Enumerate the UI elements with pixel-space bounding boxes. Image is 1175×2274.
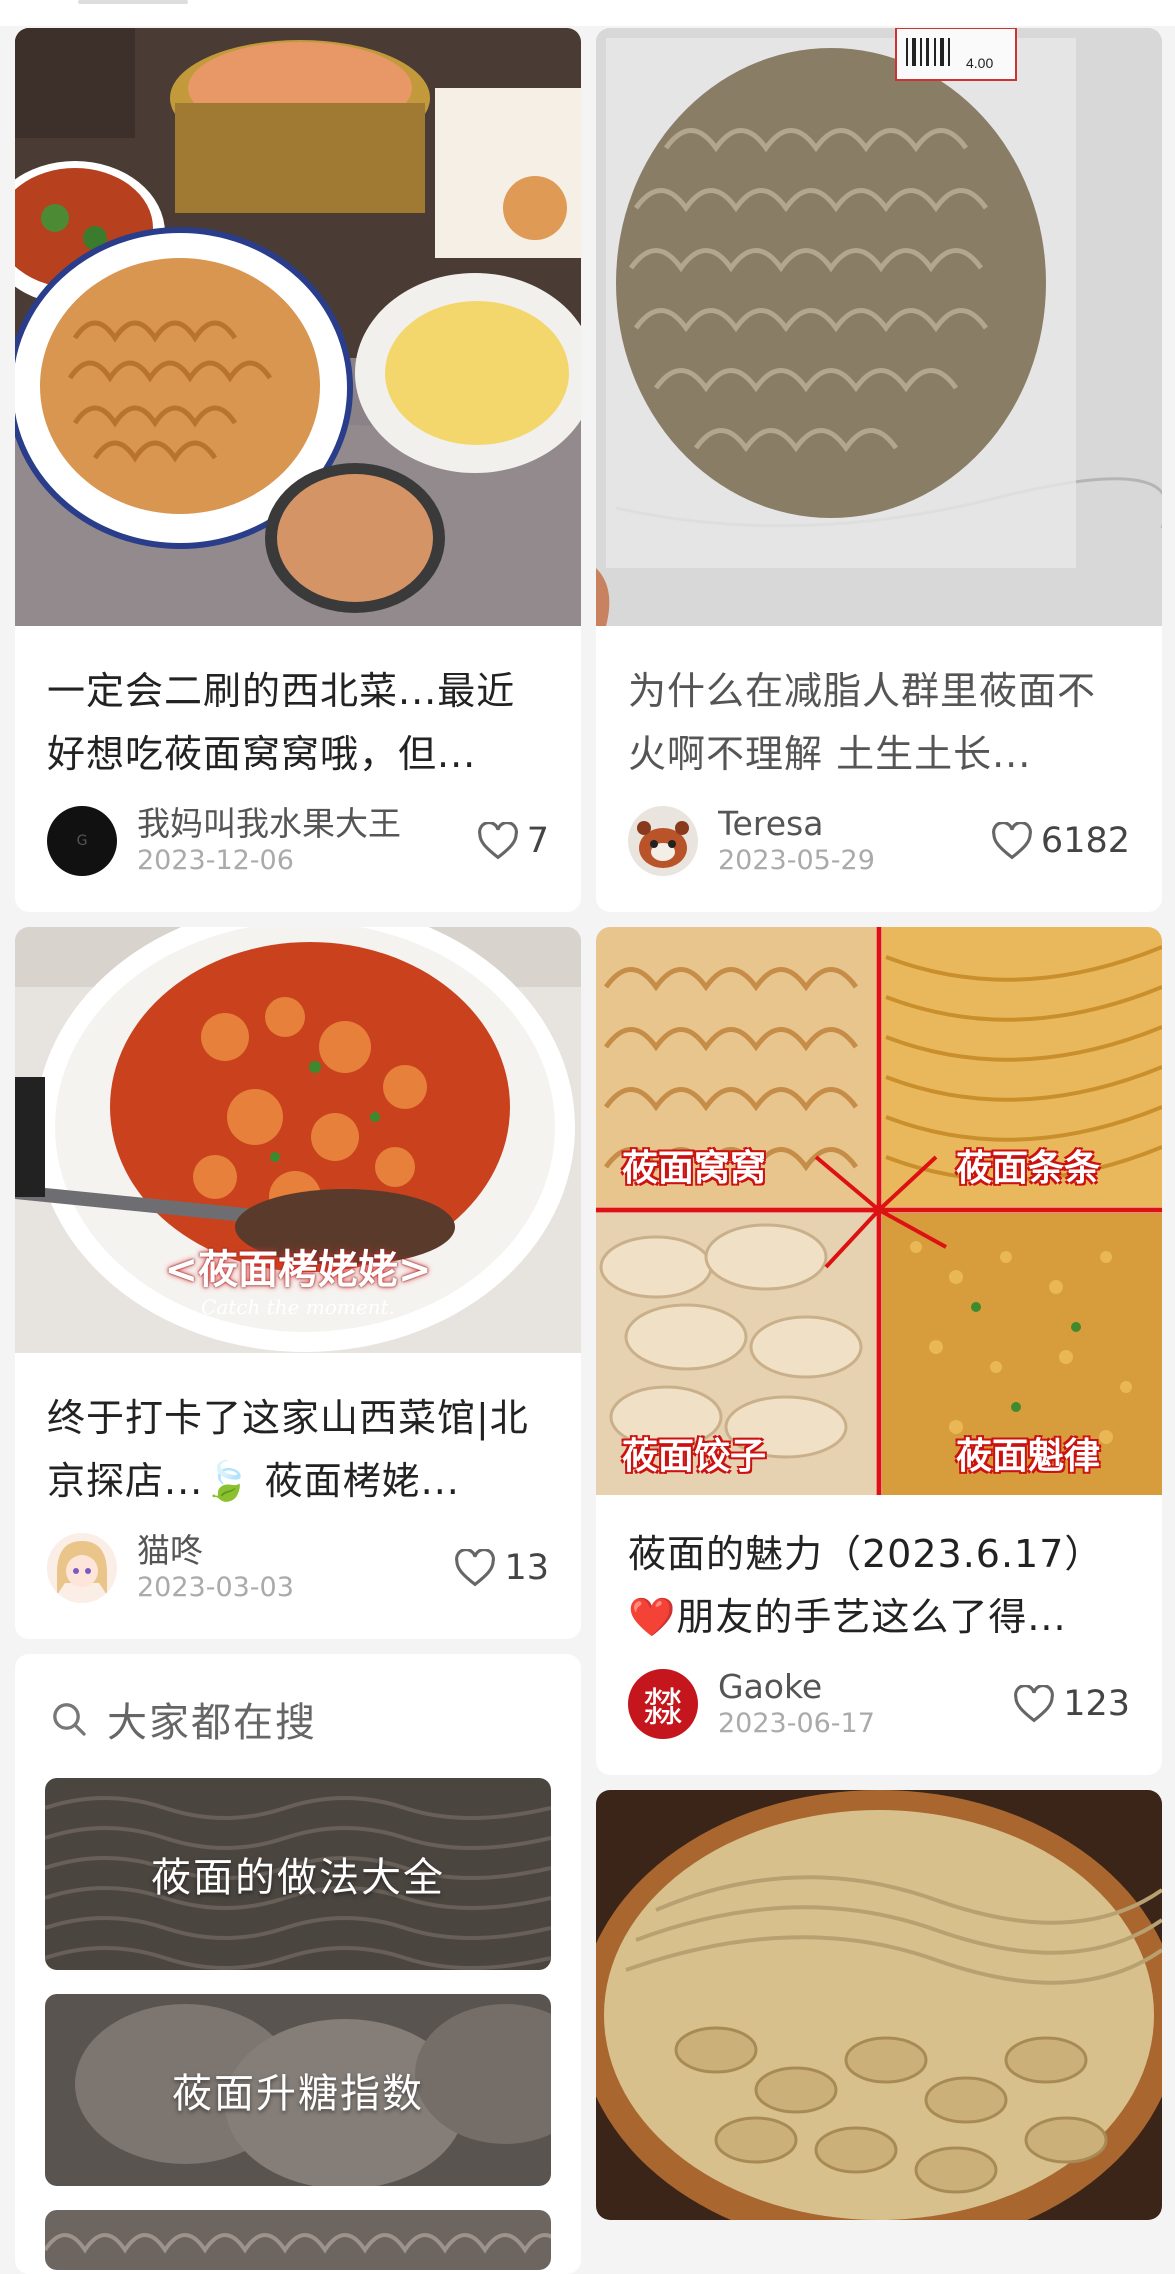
author-name[interactable]: Gaoke (718, 1667, 1013, 1707)
post-date: 2023-03-03 (137, 1572, 294, 1603)
heart-icon (455, 1549, 496, 1587)
feed-column-left: 一定会二刷的西北菜...最近好想吃莜面窝窝哦，但... G 我妈叫我水果大王 2… (15, 28, 581, 2274)
trending-search-panel: 大家都在搜 莜面的做法大全 莜面升糖指数 (15, 1654, 581, 2274)
trending-search-title: 大家都在搜 (107, 1700, 317, 1746)
note-card[interactable]: 一定会二刷的西北菜...最近好想吃莜面窝窝哦，但... G 我妈叫我水果大王 2… (15, 28, 581, 912)
search-suggestion-label: 莜面升糖指数 (172, 2071, 424, 2117)
image-subcaption: Catch the moment. (201, 1295, 395, 1319)
note-title[interactable]: 一定会二刷的西北菜...最近好想吃莜面窝窝哦，但... (47, 660, 549, 786)
like-count: 7 (526, 821, 549, 861)
pull-indicator (78, 0, 188, 4)
note-meta: 㵘 Gaoke 2023-06-17 123 (628, 1667, 1130, 1739)
note-card[interactable]: <莜面栲姥姥> Catch the moment. 终于打卡了这家山西菜馆|北京… (15, 927, 581, 1639)
post-date: 2023-12-06 (137, 845, 294, 876)
search-suggestion-tile[interactable]: 莜面升糖指数 (45, 1994, 551, 2186)
like-button[interactable]: 123 (1013, 1684, 1130, 1724)
like-button[interactable]: 13 (454, 1548, 549, 1588)
food-photo-four-dishes-collage (596, 927, 1162, 1495)
note-cover-image[interactable] (15, 28, 581, 626)
food-photo-steamer-noodles (596, 1790, 1162, 2220)
author-name[interactable]: 猫咚 (137, 1531, 454, 1571)
note-card[interactable]: 莜面窝窝 莜面条条 莜面饺子 莜面魁律 莜面的魅力（2023.6.17）❤️朋友… (596, 927, 1162, 1775)
like-count: 13 (504, 1548, 549, 1588)
search-suggestion-tile[interactable]: 莜面的做法大全 (45, 1778, 551, 1970)
note-title[interactable]: 莜面的魅力（2023.6.17）❤️朋友的手艺这么了得... (628, 1523, 1130, 1649)
like-button[interactable]: 6182 (991, 821, 1130, 861)
search-icon (53, 1703, 86, 1736)
post-date: 2023-06-17 (718, 1708, 875, 1739)
quad-label-1: 莜面窝窝 (622, 1148, 767, 1189)
note-title[interactable]: 为什么在减脂人群里莜面不火啊不理解 土生土长... (628, 660, 1130, 786)
quad-label-4: 莜面魁律 (956, 1436, 1101, 1477)
note-cover-image[interactable] (596, 1790, 1162, 2220)
note-cover-image[interactable]: 莜面窝窝 莜面条条 莜面饺子 莜面魁律 (596, 927, 1162, 1495)
food-photo-packaged-noodle-nest: 4.00 (596, 28, 1162, 626)
heart-icon (991, 822, 1032, 860)
note-cover-image[interactable]: <莜面栲姥姥> Catch the moment. (15, 927, 581, 1353)
red-seal-avatar-icon[interactable]: 㵘 (628, 1669, 698, 1739)
note-title[interactable]: 终于打卡了这家山西菜馆|北京探店...🍃 莜面栲姥... (47, 1387, 549, 1513)
feed-column-right: 4.00 为什么在减脂人群里莜面不火啊不理解 土生土长... Teresa 20… (596, 28, 1162, 2235)
like-count: 123 (1063, 1684, 1130, 1724)
anime-girl-avatar-icon[interactable] (47, 1533, 117, 1603)
quad-label-3: 莜面饺子 (622, 1436, 767, 1477)
black-avatar-icon[interactable]: G (47, 806, 117, 876)
red-panda-avatar-icon[interactable] (628, 806, 698, 876)
price-tag-text: 4.00 (966, 55, 993, 71)
like-count: 6182 (1040, 821, 1130, 861)
note-card[interactable]: 4.00 为什么在减脂人群里莜面不火啊不理解 土生土长... Teresa 20… (596, 28, 1162, 912)
top-bar (0, 0, 1175, 26)
note-meta: G 我妈叫我水果大王 2023-12-06 7 (47, 804, 549, 876)
author-name[interactable]: 我妈叫我水果大王 (137, 804, 477, 844)
like-button[interactable]: 7 (477, 821, 549, 861)
note-meta: Teresa 2023-05-29 6182 (628, 804, 1130, 876)
heart-icon (477, 822, 518, 860)
note-meta: 猫咚 2023-03-03 13 (47, 1531, 549, 1603)
quad-label-2: 莜面条条 (956, 1148, 1101, 1189)
heart-icon (1014, 1685, 1055, 1723)
post-date: 2023-05-29 (718, 845, 875, 876)
image-caption: <莜面栲姥姥> (164, 1247, 432, 1293)
food-photo-hotpot-noodles (15, 28, 581, 626)
note-cover-image[interactable]: 4.00 (596, 28, 1162, 626)
search-suggestion-tile[interactable] (45, 2210, 551, 2270)
search-suggestion-label: 莜面的做法大全 (151, 1855, 445, 1901)
note-card[interactable] (596, 1790, 1162, 2220)
author-name[interactable]: Teresa (718, 804, 991, 844)
